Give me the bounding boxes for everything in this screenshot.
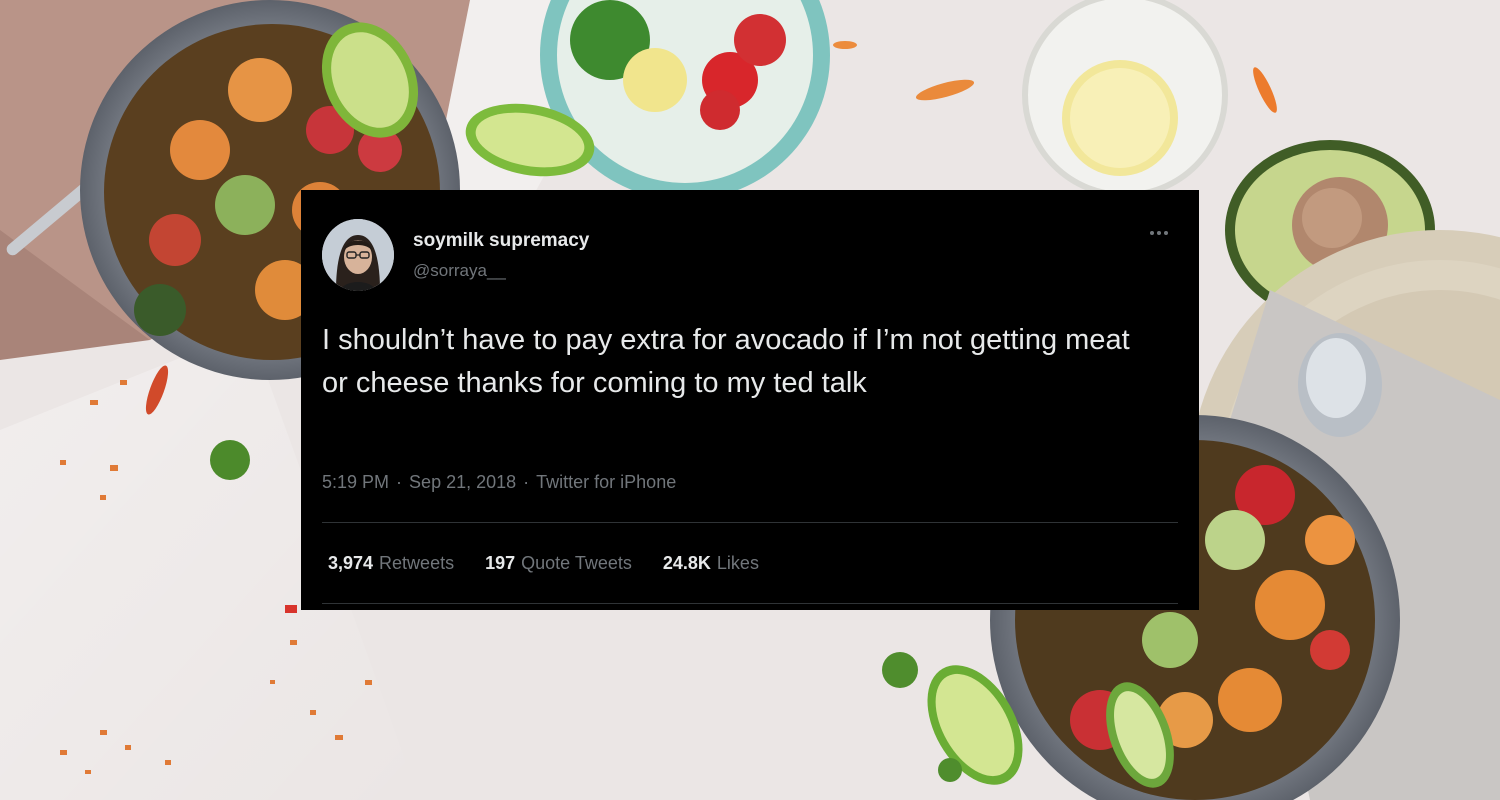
tweet-date[interactable]: Sep 21, 2018 — [409, 472, 516, 493]
tweet-source[interactable]: Twitter for iPhone — [536, 472, 676, 493]
more-options-icon[interactable] — [1147, 226, 1171, 240]
divider — [322, 603, 1178, 604]
likes-label: Likes — [716, 553, 759, 573]
retweets-count: 3,974 — [328, 553, 374, 573]
avatar[interactable] — [322, 219, 394, 291]
retweets-stat[interactable]: 3,974 Retweets — [328, 553, 454, 574]
likes-stat[interactable]: 24.8K Likes — [663, 553, 759, 574]
quote-tweets-label: Quote Tweets — [521, 553, 632, 573]
quote-tweets-count: 197 — [485, 553, 516, 573]
profile-photo-icon — [322, 219, 394, 291]
display-name[interactable]: soymilk supremacy — [413, 230, 589, 252]
tweet-stats: 3,974 Retweets 197 Quote Tweets 24.8K Li… — [328, 553, 759, 574]
quote-tweets-stat[interactable]: 197 Quote Tweets — [485, 553, 632, 574]
divider — [322, 522, 1178, 523]
user-handle[interactable]: @sorraya__ — [413, 261, 506, 281]
tweet-text: I shouldn’t have to pay extra for avocad… — [322, 324, 1130, 399]
tweet-metadata: 5:19 PM · Sep 21, 2018 · Twitter for iPh… — [322, 472, 676, 493]
retweets-label: Retweets — [379, 553, 455, 573]
meta-separator: · — [523, 472, 530, 492]
tweet-card[interactable]: soymilk supremacy @sorraya__ I shouldn’t… — [301, 190, 1199, 610]
likes-count: 24.8K — [662, 553, 711, 573]
meta-separator: · — [396, 472, 403, 492]
tweet-time[interactable]: 5:19 PM — [322, 472, 389, 493]
